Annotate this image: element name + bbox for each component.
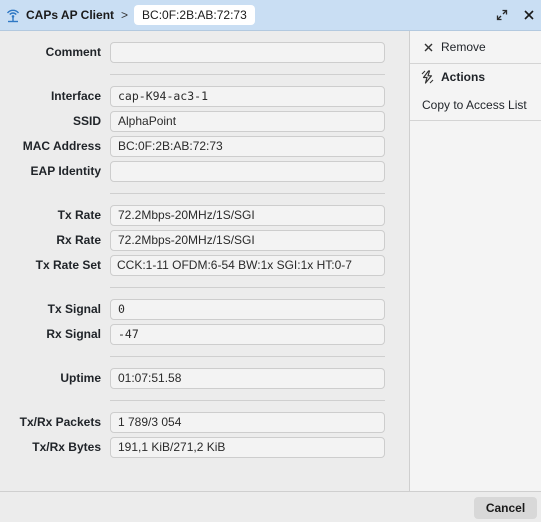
tx-rx-bytes-label: Tx/Rx Bytes	[32, 440, 101, 454]
title-bar: CAPs AP Client > BC:0F:2B:AB:72:73	[0, 0, 541, 31]
remove-button[interactable]: Remove	[410, 37, 541, 57]
section-divider	[110, 400, 385, 401]
breadcrumb-separator: >	[121, 8, 129, 22]
rx-signal-row: Rx Signal -47	[0, 324, 409, 345]
mac-address-field: BC:0F:2B:AB:72:73	[110, 136, 385, 157]
tx-signal-field: 0	[110, 299, 385, 320]
breadcrumb-item: BC:0F:2B:AB:72:73	[134, 5, 255, 25]
tx-rx-packets-row: Tx/Rx Packets 1 789/3 054	[0, 412, 409, 433]
comment-field[interactable]	[110, 42, 385, 63]
tx-rate-label: Tx Rate	[57, 208, 101, 222]
eap-identity-field	[110, 161, 385, 182]
close-icon[interactable]	[521, 7, 537, 23]
section-divider	[110, 287, 385, 288]
rx-rate-field: 72.2Mbps-20MHz/1S/SGI	[110, 230, 385, 251]
ssid-field: AlphaPoint	[110, 111, 385, 132]
tx-rate-set-field: CCK:1-11 OFDM:6-54 BW:1x SGI:1x HT:0-7	[110, 255, 385, 276]
tx-rate-set-label: Tx Rate Set	[35, 258, 101, 272]
rx-rate-row: Rx Rate 72.2Mbps-20MHz/1S/SGI	[0, 230, 409, 251]
uptime-label: Uptime	[60, 371, 101, 385]
actions-header: Actions	[410, 67, 541, 87]
eap-identity-label: EAP Identity	[30, 164, 101, 178]
actions-sidebar: Remove Actions Copy to Access List	[409, 31, 541, 491]
rx-signal-field: -47	[110, 324, 385, 345]
sidebar-divider	[410, 120, 541, 121]
dialog-footer: Cancel	[0, 491, 541, 522]
interface-row: Interface cap-K94-ac3-1	[0, 86, 409, 107]
tx-rx-bytes-row: Tx/Rx Bytes 191,1 KiB/271,2 KiB	[0, 437, 409, 458]
window-title: CAPs AP Client	[26, 8, 115, 22]
section-divider	[110, 356, 385, 357]
sidebar-divider	[410, 63, 541, 64]
section-divider	[110, 74, 385, 75]
cancel-button[interactable]: Cancel	[474, 497, 537, 519]
rx-signal-label: Rx Signal	[46, 327, 101, 341]
tx-rx-packets-field: 1 789/3 054	[110, 412, 385, 433]
tx-signal-label: Tx Signal	[47, 302, 101, 316]
rx-rate-label: Rx Rate	[56, 233, 101, 247]
interface-label: Interface	[50, 89, 101, 103]
comment-row: Comment	[0, 42, 409, 63]
tx-rate-row: Tx Rate 72.2Mbps-20MHz/1S/SGI	[0, 205, 409, 226]
client-details-form: Comment Interface cap-K94-ac3-1 SSID Alp…	[0, 31, 409, 491]
remove-label: Remove	[441, 40, 486, 54]
tx-signal-row: Tx Signal 0	[0, 299, 409, 320]
tx-rate-field: 72.2Mbps-20MHz/1S/SGI	[110, 205, 385, 226]
interface-field: cap-K94-ac3-1	[110, 86, 385, 107]
actions-label: Actions	[441, 70, 486, 84]
uptime-field: 01:07:51.58	[110, 368, 385, 389]
mac-address-label: MAC Address	[22, 139, 101, 153]
mac-address-row: MAC Address BC:0F:2B:AB:72:73	[0, 136, 409, 157]
copy-to-access-list-button[interactable]: Copy to Access List	[410, 95, 541, 115]
uptime-row: Uptime 01:07:51.58	[0, 368, 409, 389]
section-divider	[110, 193, 385, 194]
ssid-label: SSID	[72, 114, 101, 128]
eap-identity-row: EAP Identity	[0, 161, 409, 182]
close-icon	[424, 43, 433, 52]
tx-rate-set-row: Tx Rate Set CCK:1-11 OFDM:6-54 BW:1x SGI…	[0, 255, 409, 276]
ssid-row: SSID AlphaPoint	[0, 111, 409, 132]
comment-label: Comment	[45, 45, 101, 59]
tx-rx-packets-label: Tx/Rx Packets	[19, 415, 101, 429]
lightning-icon	[421, 70, 434, 84]
restore-icon[interactable]	[494, 7, 510, 23]
wifi-antenna-icon	[4, 6, 22, 24]
tx-rx-bytes-field: 191,1 KiB/271,2 KiB	[110, 437, 385, 458]
